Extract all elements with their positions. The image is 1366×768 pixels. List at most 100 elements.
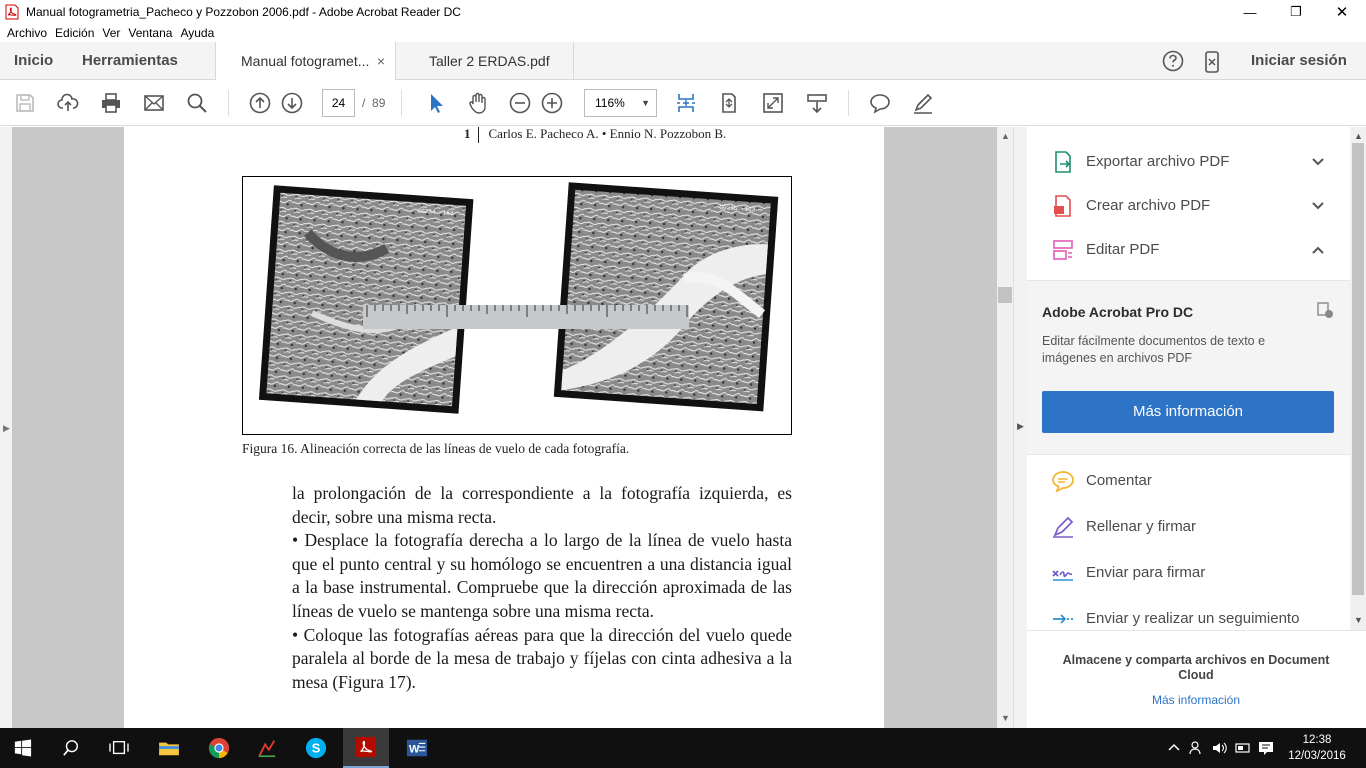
chevron-down-icon[interactable] [1310,198,1326,214]
minimize-button[interactable]: — [1227,0,1273,24]
maximize-button[interactable]: ❐ [1273,0,1319,24]
chevron-down-icon: ▼ [641,98,650,108]
menu-edicion[interactable]: Edición [55,26,94,40]
chevron-down-icon[interactable] [1310,154,1326,170]
people-icon[interactable] [1189,740,1205,756]
document-viewer[interactable]: ▶ 1 Carlos E. Pacheco A. • Ennio N. Pozzo… [0,127,1013,728]
task-view-icon[interactable] [105,734,133,762]
promo-acrobat-pro: Adobe Acrobat Pro DC Editar fácilmente d… [1027,280,1350,455]
pdf-page: 1 Carlos E. Pacheco A. • Ennio N. Pozzobo… [124,127,884,728]
tool-export-pdf[interactable]: Exportar archivo PDF [1027,140,1350,184]
expand-left-icon: ▶ [3,423,10,433]
full-screen-icon[interactable] [760,90,786,116]
file-explorer-icon[interactable] [155,734,183,762]
mobile-link-icon[interactable] [1203,51,1221,73]
page-up-icon[interactable] [247,90,273,116]
tools-pane-scrollbar[interactable]: ▲ ▼ [1350,127,1366,630]
paragraph: • Desplace la fotografía derecha a lo la… [292,530,792,621]
clock-time: 12:38 [1302,734,1332,746]
main-toolbar [0,80,1366,126]
chevron-up-icon[interactable] [1310,242,1326,258]
page-header: 1 Carlos E. Pacheco A. • Ennio N. Pozzobo… [464,127,726,144]
cloud-more-info-link[interactable]: Más información [1049,693,1343,707]
tab-herramientas[interactable]: Herramientas [82,42,178,80]
scrollbar-thumb[interactable] [1352,143,1364,595]
export-pdf-icon [1055,151,1071,173]
search-icon[interactable] [184,90,210,116]
tab-document-active[interactable]: Manual fotogramet... × [215,42,396,81]
tool-send-sign[interactable]: Enviar para firmar [1027,551,1350,595]
close-button[interactable]: ✕ [1319,0,1365,24]
promo-description: Editar fácilmente documentos de texto e … [1042,334,1266,365]
upload-icon[interactable] [55,90,81,116]
svg-text:S: S [312,741,321,756]
send-track-icon [1053,614,1073,624]
menu-archivo[interactable]: Archivo [7,26,47,40]
search-icon[interactable] [57,734,85,762]
skype-icon[interactable]: S [302,734,330,762]
fit-page-icon[interactable] [673,90,699,116]
notifications-icon[interactable] [1258,740,1274,756]
zoom-select[interactable]: 116% ▼ [584,89,657,117]
scroll-down-icon[interactable]: ▼ [1001,713,1010,723]
scroll-up-icon[interactable]: ▲ [1354,131,1363,141]
right-panel-toggle[interactable]: ▶ [1013,127,1027,728]
tool-comment[interactable]: Comentar [1027,459,1350,503]
start-icon[interactable] [9,734,37,762]
window-title: Manual fotogrametria_Pacheco y Pozzobon … [26,5,461,19]
word-icon[interactable]: W [403,734,431,762]
page-down-icon[interactable] [279,90,305,116]
scroll-down-icon[interactable]: ▼ [1354,615,1363,625]
taskbar-clock[interactable]: 12:38 12/03/2016 [1284,732,1350,764]
title-bar: Manual fotogrametria_Pacheco y Pozzobon … [0,0,1366,24]
tool-edit-pdf[interactable]: Editar PDF [1027,228,1350,272]
page-number-input[interactable]: 24 [322,89,355,117]
zoom-in-icon[interactable] [539,90,565,116]
chrome-icon[interactable] [205,734,233,762]
collapse-right-icon: ▶ [1017,421,1024,431]
read-mode-icon[interactable] [804,90,830,116]
help-icon[interactable] [1162,50,1184,72]
print-icon[interactable] [98,90,124,116]
tool-create-pdf[interactable]: Crear archivo PDF [1027,184,1350,228]
signin-link[interactable]: Iniciar sesión [1251,42,1347,80]
page-total: / 89 [362,96,386,110]
save-icon[interactable] [12,90,38,116]
email-icon[interactable] [141,90,167,116]
scrolling-mode-icon[interactable] [716,90,742,116]
acrobat-icon[interactable] [343,728,389,768]
body-text: la prolongación de la correspondiente a … [292,482,792,694]
tab-inicio[interactable]: Inicio [14,42,53,80]
comment-icon[interactable] [867,90,893,116]
scroll-up-icon[interactable]: ▲ [1001,131,1010,141]
header-number: 1 [464,127,471,141]
tab-close-icon[interactable]: × [377,42,385,80]
zoom-out-icon[interactable] [507,90,533,116]
menu-ver[interactable]: Ver [102,26,120,40]
volume-icon[interactable] [1212,740,1228,756]
hand-icon[interactable] [465,90,491,116]
document-cloud-icon [1317,302,1333,318]
tool-fill-sign[interactable]: Rellenar y firmar [1027,505,1350,549]
sign-icon[interactable] [910,90,936,116]
more-info-button[interactable]: Más información [1042,391,1334,433]
left-panel-toggle[interactable]: ▶ [0,127,12,728]
document-scrollbar[interactable]: ▲ ▼ [997,127,1013,728]
create-pdf-icon [1054,195,1071,217]
aerial-photos-figure: GG234 ~163 GG235 ~163 [258,182,779,414]
chevron-up-icon[interactable] [1166,740,1182,756]
figure-16: GG234 ~163 GG235 ~163 [242,176,792,435]
app-icon[interactable] [253,734,281,762]
edit-pdf-icon [1053,240,1073,260]
tab-bar: Inicio Herramientas Manual fotogramet...… [0,42,1366,81]
send-sign-icon [1052,570,1073,581]
zoom-value: 116% [595,96,625,110]
select-cursor-icon[interactable] [422,90,448,116]
tab-document-taller[interactable]: Taller 2 ERDAS.pdf [404,42,574,81]
menu-ayuda[interactable]: Ayuda [180,26,214,40]
svg-text:W: W [409,744,420,756]
tab-document-label: Taller 2 ERDAS.pdf [429,53,550,69]
battery-icon[interactable] [1235,740,1251,756]
menu-ventana[interactable]: Ventana [128,26,172,40]
scrollbar-thumb[interactable] [998,287,1012,303]
